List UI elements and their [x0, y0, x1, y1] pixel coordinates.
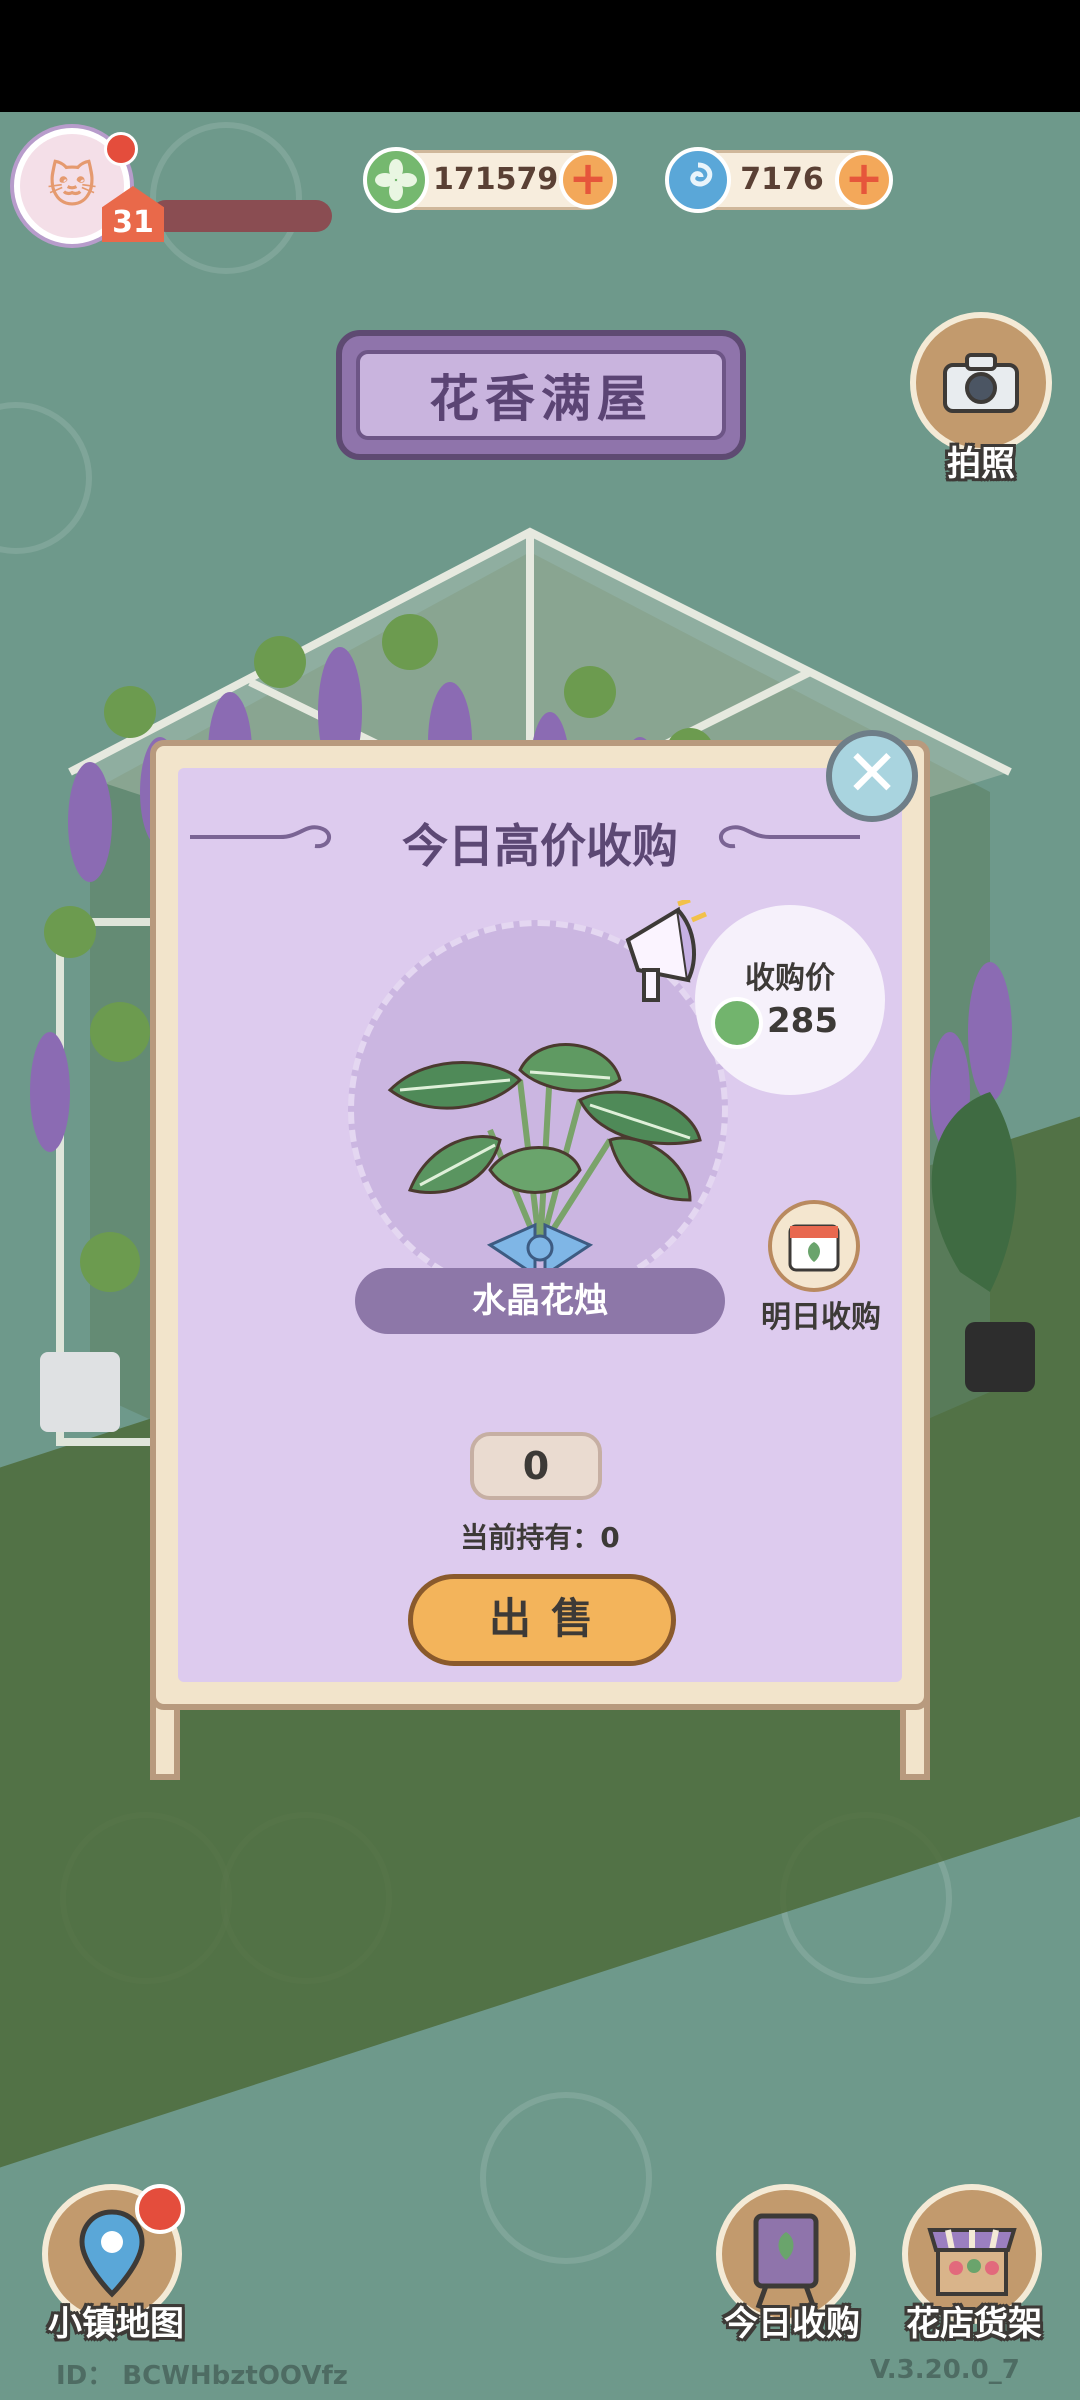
background-pattern	[480, 2092, 652, 2264]
leaf-coin-icon	[711, 997, 763, 1049]
location-title-sign: 花香满屋	[296, 320, 786, 470]
sell-button[interactable]: 出售	[408, 1574, 676, 1666]
camera-button[interactable]	[910, 312, 1052, 454]
cat-avatar-icon: 🐱	[46, 158, 98, 214]
location-title: 花香满屋	[356, 350, 726, 440]
camera-label: 拍照	[947, 444, 1015, 484]
notification-dot	[135, 2184, 185, 2234]
calendar-icon	[788, 1224, 840, 1272]
swirl-currency: 7176 +	[665, 147, 893, 213]
quantity-field[interactable]: 0	[470, 1432, 602, 1500]
status-bar	[0, 0, 1080, 112]
swirl-gem-icon	[665, 147, 731, 213]
modal-title: 今日高价收购	[402, 819, 678, 873]
add-swirl-currency-button[interactable]: +	[835, 151, 893, 209]
tomorrow-purchase-button[interactable]	[768, 1200, 860, 1292]
price-label: 收购价	[745, 961, 835, 996]
price-value: 285	[767, 1001, 838, 1041]
camera-icon	[943, 353, 1019, 413]
player-id: ID： BCWHbztOOVfz	[56, 2361, 348, 2391]
experience-bar	[150, 200, 332, 232]
version-text: V.3.20.0_7	[870, 2355, 1020, 2385]
leaf-coin-icon	[363, 147, 429, 213]
flower-shop-shelf-label[interactable]: 花店货架	[890, 2296, 1058, 2345]
purchase-modal: 今日高价收购 收购价 285 水晶花烛 明日收购 0 当前持有：0 出售	[150, 740, 930, 1780]
megaphone-icon	[625, 900, 707, 1002]
plant-name: 水晶花烛	[355, 1268, 725, 1334]
plant-illustration	[387, 1043, 702, 1278]
held-count: 当前持有：0	[460, 1521, 620, 1554]
leaf-currency-value: 171579	[433, 162, 559, 197]
town-map-label[interactable]: 小镇地图	[36, 2296, 196, 2345]
notification-dot	[104, 132, 138, 166]
swirl-currency-value: 7176	[740, 162, 824, 197]
background-pattern	[150, 122, 302, 274]
price-bubble: 收购价 285	[695, 905, 885, 1095]
add-leaf-currency-button[interactable]: +	[559, 151, 617, 209]
leaf-currency: 171579 +	[363, 147, 617, 213]
tomorrow-purchase-label[interactable]: 明日收购	[746, 1292, 896, 1336]
close-button[interactable]: ✕	[826, 730, 918, 822]
today-purchase-label[interactable]: 今日收购	[712, 2296, 872, 2345]
